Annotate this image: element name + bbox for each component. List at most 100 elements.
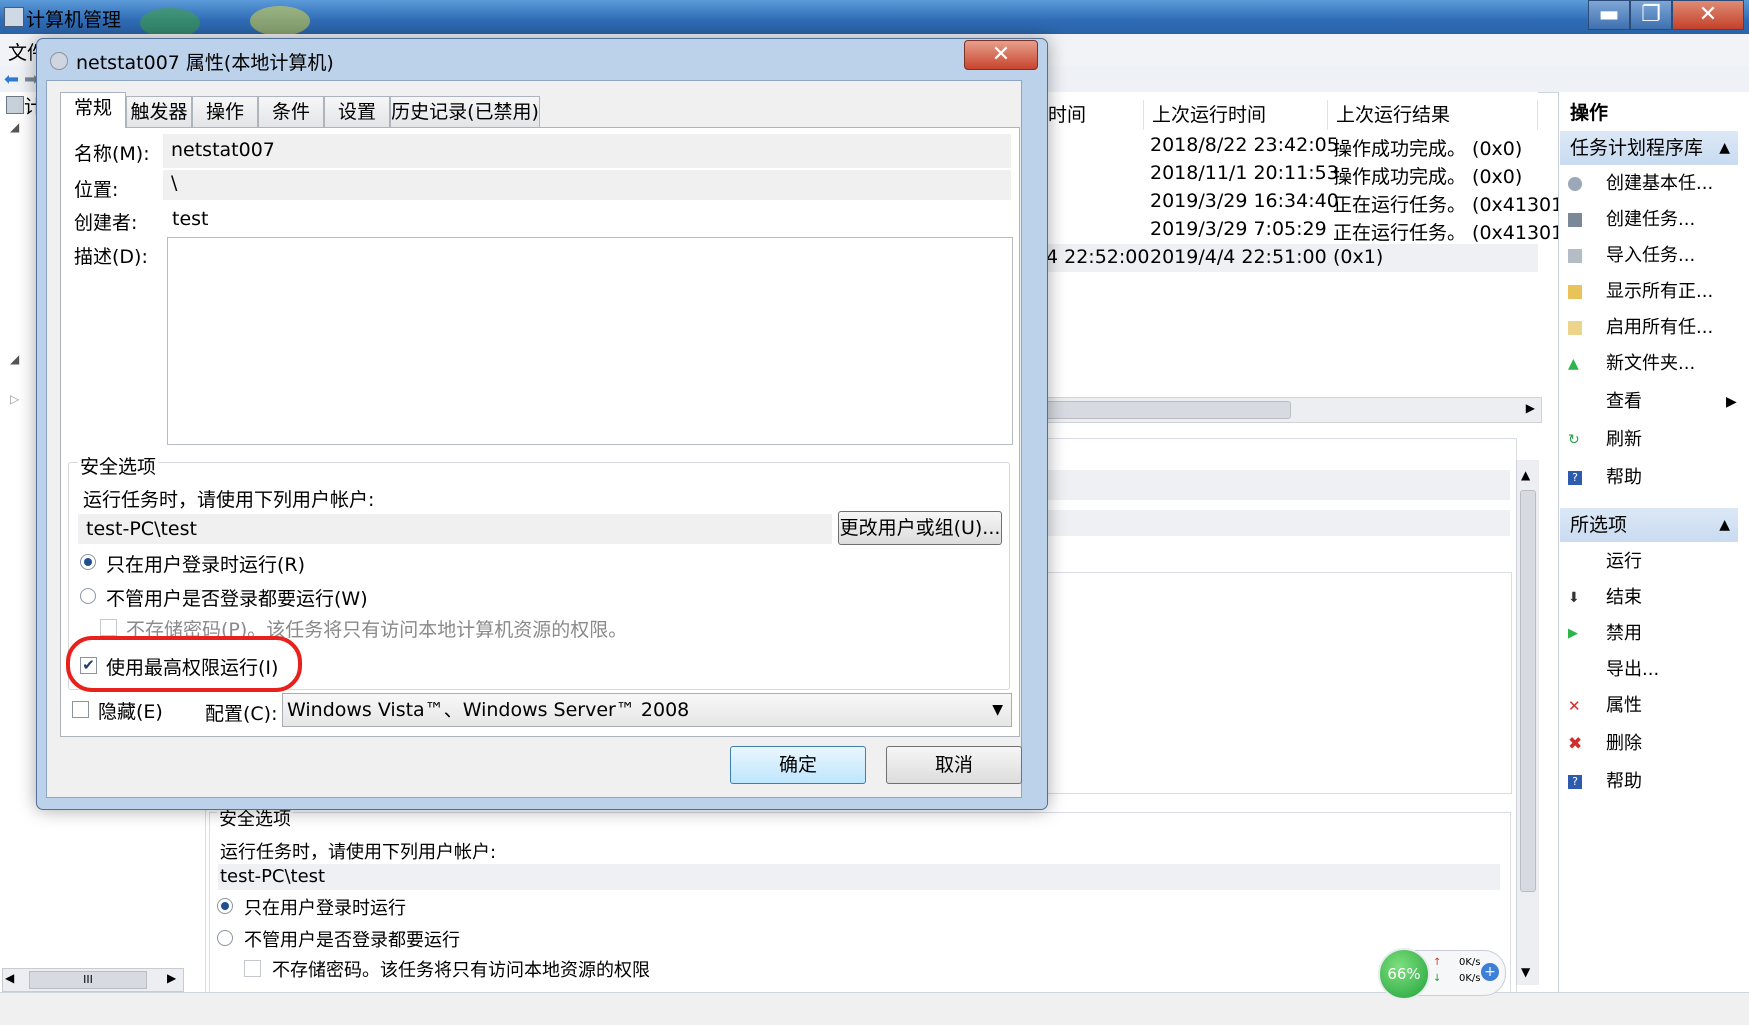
- action-label: 创建基本任...: [1606, 173, 1714, 194]
- action-export[interactable]: 导出...: [1568, 653, 1738, 687]
- ok-button[interactable]: 确定: [730, 746, 866, 784]
- action-label: 刷新: [1606, 429, 1642, 450]
- help-icon: ?: [1568, 471, 1582, 485]
- memory-gauge[interactable]: 66%: [1378, 948, 1430, 1000]
- close-button[interactable]: ✕: [1672, 0, 1744, 30]
- opt-run-logged-on-label[interactable]: 只在用户登录时运行(R): [106, 550, 305, 577]
- import-icon: [1568, 249, 1582, 263]
- column-header-last-run[interactable]: 上次运行时间: [1144, 100, 1328, 130]
- download-speed: 0K/s: [1459, 973, 1481, 984]
- tab-settings[interactable]: 设置: [324, 96, 390, 127]
- submenu-arrow-icon: ▶: [1726, 394, 1737, 410]
- action-enable-all[interactable]: 启用所有任...: [1568, 311, 1738, 345]
- row-last-run[interactable]: 2018/8/22 23:42:05: [1150, 134, 1339, 156]
- upload-arrow-icon: ↑: [1433, 957, 1442, 968]
- action-label: 帮助: [1606, 771, 1642, 792]
- action-create-basic-task[interactable]: 创建基本任...: [1568, 167, 1738, 201]
- desktop-decoration: [250, 6, 310, 36]
- action-view[interactable]: 查看 ▶: [1568, 385, 1738, 419]
- row-last-run[interactable]: 2019/4/4 22:51:00: [1150, 246, 1327, 268]
- detail-opt-no-pwd: 不存储密码。该任务将只有访问本地资源的权限: [272, 960, 650, 981]
- dialog-title: netstat007 属性(本地计算机): [76, 52, 334, 74]
- scroll-down-icon[interactable]: ▼: [1521, 965, 1530, 979]
- minimize-button[interactable]: ▬: [1588, 0, 1630, 30]
- scroll-thumb[interactable]: III: [29, 971, 147, 989]
- detail-vertical-scrollbar[interactable]: ▲ ▼: [1516, 460, 1539, 985]
- actions-header: 操作: [1570, 102, 1609, 124]
- section-task-library[interactable]: 任务计划程序库 ▲: [1560, 131, 1738, 165]
- scroll-right-icon[interactable]: ▶: [167, 971, 176, 985]
- row-last-result[interactable]: 操作成功完成。 (0x0): [1333, 162, 1522, 189]
- section-selected-item[interactable]: 所选项 ▲: [1560, 508, 1738, 542]
- scroll-thumb[interactable]: [1520, 490, 1536, 892]
- action-properties[interactable]: ✕ 属性: [1568, 689, 1738, 723]
- collapse-arrow-icon[interactable]: ▷: [10, 392, 19, 406]
- row-last-result[interactable]: 操作成功完成。 (0x0): [1333, 134, 1522, 161]
- action-label: 查看: [1606, 391, 1642, 412]
- action-import-task[interactable]: 导入任务...: [1568, 239, 1738, 273]
- row-last-result[interactable]: 正在运行任务。 (0x41301): [1333, 190, 1571, 217]
- action-help-selected[interactable]: ? 帮助: [1568, 765, 1738, 799]
- action-disable[interactable]: ▶ 禁用: [1568, 617, 1738, 651]
- back-arrow-icon[interactable]: ⬅: [4, 69, 19, 90]
- action-delete[interactable]: ✖ 删除: [1568, 727, 1738, 761]
- folder-icon: [1568, 285, 1582, 299]
- action-new-folder[interactable]: ▲ 新文件夹...: [1568, 347, 1738, 381]
- list-horizontal-scrollbar[interactable]: ▶: [1040, 397, 1542, 423]
- config-select[interactable]: Windows Vista™、Windows Server™ 2008 ▼: [282, 693, 1012, 727]
- detail-field: [1040, 470, 1510, 500]
- row-next-run[interactable]: 4 22:52:00: [1046, 246, 1149, 268]
- row-last-run[interactable]: 2019/3/29 16:34:40: [1150, 190, 1339, 212]
- author-label: 创建者:: [74, 212, 138, 234]
- tab-general[interactable]: 常规: [60, 92, 126, 128]
- plus-icon[interactable]: +: [1481, 963, 1499, 981]
- action-run[interactable]: 运行: [1568, 545, 1738, 579]
- action-refresh[interactable]: ↻ 刷新: [1568, 423, 1738, 457]
- cancel-button[interactable]: 取消: [886, 746, 1022, 784]
- tab-conditions[interactable]: 条件: [258, 96, 324, 127]
- action-help[interactable]: ? 帮助: [1568, 461, 1738, 495]
- action-label: 导入任务...: [1606, 245, 1696, 266]
- action-end[interactable]: ⬇ 结束: [1568, 581, 1738, 615]
- expand-arrow-icon[interactable]: ◢: [10, 120, 19, 134]
- name-field[interactable]: netstat007: [163, 134, 1011, 168]
- play-icon: ▶: [1568, 626, 1578, 641]
- scroll-up-icon[interactable]: ▲: [1521, 468, 1530, 482]
- help-icon: ?: [1568, 775, 1582, 789]
- action-label: 新文件夹...: [1606, 353, 1696, 374]
- row-last-result[interactable]: 正在运行任务。 (0x41301): [1333, 218, 1571, 245]
- checkbox-hidden[interactable]: [72, 701, 89, 718]
- detail-user-field: [218, 864, 1500, 890]
- author-value: test: [172, 208, 209, 230]
- change-user-button[interactable]: 更改用户或组(U)...: [838, 511, 1002, 545]
- section-selected-item-label: 所选项: [1570, 514, 1628, 536]
- dialog-close-button[interactable]: ✕: [964, 40, 1038, 70]
- opt-run-any-label[interactable]: 不管用户是否登录都要运行(W): [106, 584, 368, 611]
- action-show-running[interactable]: 显示所有正...: [1568, 275, 1738, 309]
- tree-horizontal-scrollbar[interactable]: ◀ III ▶: [2, 968, 184, 992]
- column-header-next-run[interactable]: 时间: [1040, 100, 1144, 130]
- hidden-label[interactable]: 隐藏(E): [98, 697, 163, 724]
- maximize-button[interactable]: ❐: [1630, 0, 1672, 30]
- scroll-right-icon[interactable]: ▶: [1526, 401, 1535, 415]
- detail-radio-any: [217, 930, 233, 946]
- row-last-result[interactable]: (0x1): [1333, 246, 1383, 268]
- tab-triggers[interactable]: 触发器: [126, 96, 192, 127]
- row-last-run[interactable]: 2019/3/29 7:05:29: [1150, 218, 1327, 240]
- collapse-up-icon[interactable]: ▲: [1719, 508, 1730, 542]
- scroll-thumb[interactable]: [1041, 401, 1291, 419]
- tab-history[interactable]: 历史记录(已禁用): [390, 96, 540, 127]
- radio-run-any[interactable]: [80, 588, 96, 604]
- radio-run-logged-on[interactable]: [80, 554, 96, 570]
- scroll-left-icon[interactable]: ◀: [5, 971, 14, 985]
- description-textarea[interactable]: [167, 237, 1013, 445]
- row-last-run[interactable]: 2018/11/1 20:11:53: [1150, 162, 1339, 184]
- column-header-last-result[interactable]: 上次运行结果: [1328, 100, 1538, 130]
- description-label: 描述(D):: [74, 246, 148, 268]
- tab-actions[interactable]: 操作: [192, 96, 258, 127]
- expand-arrow-icon[interactable]: ◢: [10, 352, 19, 366]
- action-label: 禁用: [1606, 623, 1642, 644]
- refresh-icon: ↻: [1568, 432, 1580, 448]
- action-create-task[interactable]: 创建任务...: [1568, 203, 1738, 237]
- collapse-up-icon[interactable]: ▲: [1719, 131, 1730, 165]
